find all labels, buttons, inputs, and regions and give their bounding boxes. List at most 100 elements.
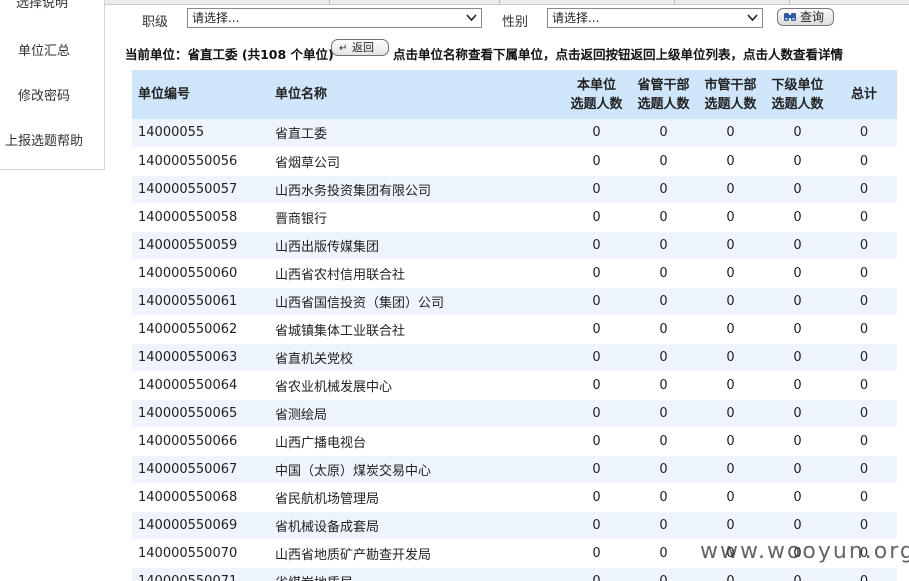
- cell-total-count[interactable]: 0: [831, 231, 897, 260]
- cell-city-count[interactable]: 0: [697, 511, 764, 540]
- cell-own-count[interactable]: 0: [563, 371, 630, 400]
- cell-prov-count[interactable]: 0: [630, 567, 697, 581]
- gender-select[interactable]: 请选择...: [547, 8, 763, 28]
- cell-unit-name-link[interactable]: 省煤炭地质局: [269, 567, 563, 581]
- cell-prov-count[interactable]: 0: [630, 147, 697, 176]
- back-button[interactable]: ↵ 返回: [331, 39, 389, 56]
- cell-own-count[interactable]: 0: [563, 539, 630, 568]
- cell-total-count[interactable]: 0: [831, 455, 897, 484]
- cell-city-count[interactable]: 0: [697, 455, 764, 484]
- cell-unit-name-link[interactable]: 省农业机械发展中心: [269, 371, 563, 400]
- cell-prov-count[interactable]: 0: [630, 175, 697, 204]
- cell-total-count[interactable]: 0: [831, 315, 897, 344]
- cell-total-count[interactable]: 0: [831, 119, 897, 148]
- cell-city-count[interactable]: 0: [697, 203, 764, 232]
- cell-prov-count[interactable]: 0: [630, 399, 697, 428]
- sidebar-item-partial[interactable]: 选择说明: [16, 0, 68, 11]
- cell-unit-name-link[interactable]: 中国（太原）煤炭交易中心: [269, 455, 563, 484]
- cell-unit-name-link[interactable]: 山西省农村信用联合社: [269, 259, 563, 288]
- cell-sub-count[interactable]: 0: [764, 567, 831, 581]
- cell-sub-count[interactable]: 0: [764, 343, 831, 372]
- cell-prov-count[interactable]: 0: [630, 343, 697, 372]
- cell-unit-name-link[interactable]: 山西水务投资集团有限公司: [269, 175, 563, 204]
- cell-sub-count[interactable]: 0: [764, 511, 831, 540]
- cell-sub-count[interactable]: 0: [764, 231, 831, 260]
- cell-total-count[interactable]: 0: [831, 511, 897, 540]
- cell-sub-count[interactable]: 0: [764, 175, 831, 204]
- sidebar-item-unit-summary[interactable]: 单位汇总: [18, 40, 122, 59]
- rank-select[interactable]: 请选择...: [187, 8, 482, 28]
- cell-prov-count[interactable]: 0: [630, 259, 697, 288]
- cell-prov-count[interactable]: 0: [630, 203, 697, 232]
- cell-own-count[interactable]: 0: [563, 287, 630, 316]
- cell-unit-name-link[interactable]: 晋商银行: [269, 203, 563, 232]
- cell-total-count[interactable]: 0: [831, 175, 897, 204]
- cell-own-count[interactable]: 0: [563, 315, 630, 344]
- cell-unit-name-link[interactable]: 省烟草公司: [269, 147, 563, 176]
- cell-sub-count[interactable]: 0: [764, 455, 831, 484]
- cell-city-count[interactable]: 0: [697, 315, 764, 344]
- cell-total-count[interactable]: 0: [831, 567, 897, 581]
- cell-unit-name-link[interactable]: 省城镇集体工业联合社: [269, 315, 563, 344]
- cell-city-count[interactable]: 0: [697, 119, 764, 148]
- cell-city-count[interactable]: 0: [697, 343, 764, 372]
- cell-city-count[interactable]: 0: [697, 427, 764, 456]
- cell-sub-count[interactable]: 0: [764, 427, 831, 456]
- cell-sub-count[interactable]: 0: [764, 119, 831, 148]
- cell-prov-count[interactable]: 0: [630, 427, 697, 456]
- cell-own-count[interactable]: 0: [563, 119, 630, 148]
- cell-unit-name-link[interactable]: 山西出版传媒集团: [269, 231, 563, 260]
- cell-city-count[interactable]: 0: [697, 175, 764, 204]
- cell-total-count[interactable]: 0: [831, 203, 897, 232]
- cell-unit-name-link[interactable]: 省直工委: [269, 119, 563, 148]
- cell-own-count[interactable]: 0: [563, 175, 630, 204]
- cell-own-count[interactable]: 0: [563, 259, 630, 288]
- cell-own-count[interactable]: 0: [563, 231, 630, 260]
- cell-sub-count[interactable]: 0: [764, 287, 831, 316]
- cell-unit-name-link[interactable]: 省机械设备成套局: [269, 511, 563, 540]
- cell-prov-count[interactable]: 0: [630, 287, 697, 316]
- cell-sub-count[interactable]: 0: [764, 483, 831, 512]
- cell-sub-count[interactable]: 0: [764, 371, 831, 400]
- cell-sub-count[interactable]: 0: [764, 203, 831, 232]
- cell-own-count[interactable]: 0: [563, 567, 630, 581]
- cell-sub-count[interactable]: 0: [764, 259, 831, 288]
- cell-total-count[interactable]: 0: [831, 287, 897, 316]
- cell-prov-count[interactable]: 0: [630, 119, 697, 148]
- cell-own-count[interactable]: 0: [563, 427, 630, 456]
- cell-city-count[interactable]: 0: [697, 147, 764, 176]
- cell-total-count[interactable]: 0: [831, 343, 897, 372]
- sidebar-item-report-help[interactable]: 上报选题帮助: [5, 130, 109, 149]
- cell-city-count[interactable]: 0: [697, 287, 764, 316]
- cell-city-count[interactable]: 0: [697, 399, 764, 428]
- cell-total-count[interactable]: 0: [831, 147, 897, 176]
- cell-prov-count[interactable]: 0: [630, 371, 697, 400]
- cell-own-count[interactable]: 0: [563, 399, 630, 428]
- cell-total-count[interactable]: 0: [831, 371, 897, 400]
- cell-prov-count[interactable]: 0: [630, 231, 697, 260]
- cell-city-count[interactable]: 0: [697, 231, 764, 260]
- cell-own-count[interactable]: 0: [563, 455, 630, 484]
- cell-city-count[interactable]: 0: [697, 259, 764, 288]
- cell-own-count[interactable]: 0: [563, 511, 630, 540]
- cell-own-count[interactable]: 0: [563, 147, 630, 176]
- cell-own-count[interactable]: 0: [563, 203, 630, 232]
- cell-unit-name-link[interactable]: 山西省地质矿产勘查开发局: [269, 539, 563, 568]
- cell-unit-name-link[interactable]: 省测绘局: [269, 399, 563, 428]
- cell-sub-count[interactable]: 0: [764, 315, 831, 344]
- cell-unit-name-link[interactable]: 山西省国信投资（集团）公司: [269, 287, 563, 316]
- cell-city-count[interactable]: 0: [697, 371, 764, 400]
- cell-unit-name-link[interactable]: 省民航机场管理局: [269, 483, 563, 512]
- cell-unit-name-link[interactable]: 省直机关党校: [269, 343, 563, 372]
- cell-prov-count[interactable]: 0: [630, 539, 697, 568]
- cell-total-count[interactable]: 0: [831, 259, 897, 288]
- cell-prov-count[interactable]: 0: [630, 483, 697, 512]
- cell-prov-count[interactable]: 0: [630, 455, 697, 484]
- cell-sub-count[interactable]: 0: [764, 147, 831, 176]
- cell-city-count[interactable]: 0: [697, 483, 764, 512]
- cell-unit-name-link[interactable]: 山西广播电视台: [269, 427, 563, 456]
- cell-prov-count[interactable]: 0: [630, 315, 697, 344]
- cell-own-count[interactable]: 0: [563, 483, 630, 512]
- cell-total-count[interactable]: 0: [831, 483, 897, 512]
- cell-city-count[interactable]: 0: [697, 567, 764, 581]
